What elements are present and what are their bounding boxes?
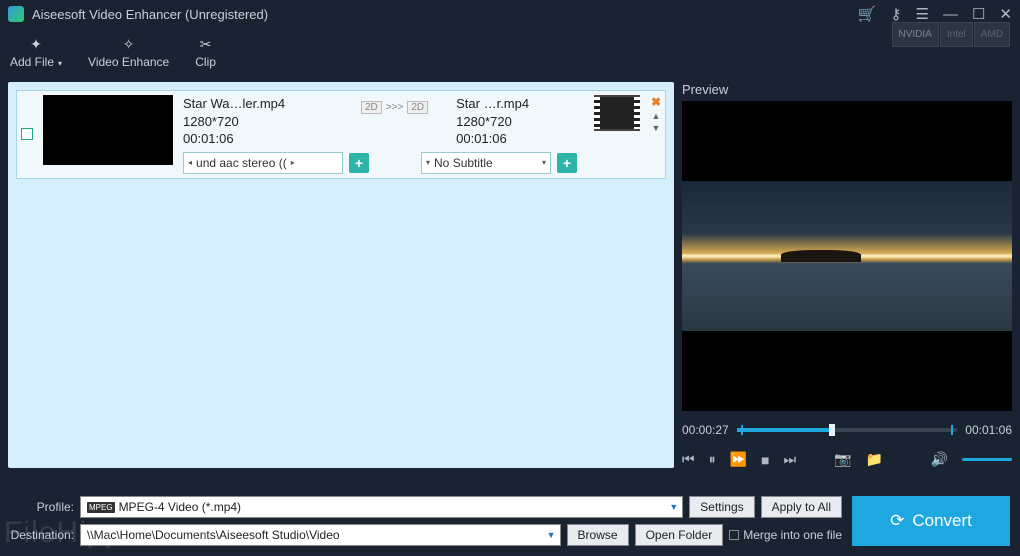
browse-button[interactable]: Browse xyxy=(567,524,629,546)
add-file-icon: ✦ xyxy=(30,36,42,53)
video-enhance-button[interactable]: ✧ Video Enhance xyxy=(88,36,169,69)
key-icon[interactable]: ⚷ xyxy=(891,5,902,23)
profile-label: Profile: xyxy=(10,500,74,514)
gpu-intel: Intel xyxy=(940,22,973,47)
preview-panel: Preview 00:00:27 00:01:06 ⏮ ⏸ ⏩ ■ ⏭ 📷 📁 … xyxy=(682,82,1012,468)
open-snapshot-folder-icon[interactable]: 📁 xyxy=(866,451,883,468)
minimize-icon[interactable]: — xyxy=(943,6,958,23)
apply-all-button[interactable]: Apply to All xyxy=(761,496,842,518)
merge-checkbox[interactable]: Merge into one file xyxy=(729,528,842,542)
prev-icon[interactable]: ⏮ xyxy=(682,451,695,468)
snapshot-icon[interactable]: 📷 xyxy=(834,451,851,468)
src-duration: 00:01:06 xyxy=(183,130,353,148)
audio-track-select[interactable]: ◂und aac stereo ((▸ xyxy=(183,152,343,174)
preview-title: Preview xyxy=(682,82,1012,97)
volume-slider[interactable] xyxy=(962,458,1012,461)
move-up-icon[interactable]: ▲ xyxy=(652,111,661,121)
subtitle-select-value: No Subtitle xyxy=(434,156,493,170)
toolbar: ✦ Add File▾ ✧ Video Enhance ✂ Clip NVIDI… xyxy=(0,28,1020,76)
destination-label: Destination: xyxy=(10,528,74,542)
maximize-icon[interactable]: ☐ xyxy=(972,5,985,23)
dst-filename: Star …r.mp4 xyxy=(456,95,576,113)
add-subtitle-button[interactable]: + xyxy=(557,153,577,173)
seek-slider[interactable] xyxy=(737,428,958,432)
dst-resolution: 1280*720 xyxy=(456,113,576,131)
cart-icon[interactable]: 🛒 xyxy=(858,5,877,23)
file-item[interactable]: Star Wa…ler.mp4 1280*720 00:01:06 2D >>>… xyxy=(16,90,666,179)
convert-icon: ⟳ xyxy=(890,511,904,531)
clip-icon: ✂ xyxy=(200,36,212,53)
titlebar: Aiseesoft Video Enhancer (Unregistered) … xyxy=(0,0,1020,28)
destination-input[interactable]: \\Mac\Home\Documents\Aiseesoft Studio\Vi… xyxy=(80,524,561,546)
item-thumbnail xyxy=(43,95,173,165)
enhance-label: Video Enhance xyxy=(88,55,169,69)
preview-video[interactable] xyxy=(682,101,1012,411)
gpu-amd: AMD xyxy=(974,22,1010,47)
stop-icon[interactable]: ■ xyxy=(761,452,769,468)
next-icon[interactable]: ⏭ xyxy=(784,451,797,468)
menu-icon[interactable]: ☰ xyxy=(916,5,929,23)
clip-button[interactable]: ✂ Clip xyxy=(195,36,216,69)
clip-label: Clip xyxy=(195,55,216,69)
conversion-arrow: 2D >>> 2D xyxy=(361,101,428,114)
time-current: 00:00:27 xyxy=(682,423,729,437)
settings-button[interactable]: Settings xyxy=(689,496,754,518)
time-total: 00:01:06 xyxy=(965,423,1012,437)
open-folder-button[interactable]: Open Folder xyxy=(635,524,724,546)
src-resolution: 1280*720 xyxy=(183,113,353,131)
audio-select-value: und aac stereo (( xyxy=(196,156,287,170)
convert-button[interactable]: ⟳ Convert xyxy=(852,496,1010,546)
move-down-icon[interactable]: ▼ xyxy=(652,123,661,133)
src-filename: Star Wa…ler.mp4 xyxy=(183,95,353,113)
subtitle-select[interactable]: ▾No Subtitle▾ xyxy=(421,152,551,174)
add-audio-button[interactable]: + xyxy=(349,153,369,173)
profile-select[interactable]: MPEG MPEG-4 Video (*.mp4) ▼ xyxy=(80,496,683,518)
dst-duration: 00:01:06 xyxy=(456,130,576,148)
add-file-label: Add File xyxy=(10,55,54,69)
remove-item-icon[interactable]: ✖ xyxy=(651,95,661,109)
window-title: Aiseesoft Video Enhancer (Unregistered) xyxy=(32,7,858,22)
volume-icon[interactable]: 🔊 xyxy=(931,451,948,468)
gpu-badges: NVIDIA Intel AMD xyxy=(892,22,1010,47)
profile-value: MPEG-4 Video (*.mp4) xyxy=(119,500,242,514)
destination-value: \\Mac\Home\Documents\Aiseesoft Studio\Vi… xyxy=(87,528,340,542)
pause-icon[interactable]: ⏸ xyxy=(709,451,716,468)
convert-label: Convert xyxy=(912,511,972,531)
add-file-button[interactable]: ✦ Add File▾ xyxy=(10,36,62,69)
format-icon xyxy=(594,95,640,131)
item-checkbox[interactable] xyxy=(21,128,33,140)
merge-label: Merge into one file xyxy=(743,528,842,542)
close-icon[interactable]: ✕ xyxy=(999,5,1012,23)
fastfwd-icon[interactable]: ⏩ xyxy=(730,451,747,468)
gpu-nvidia: NVIDIA xyxy=(892,22,939,47)
file-list: Star Wa…ler.mp4 1280*720 00:01:06 2D >>>… xyxy=(8,82,674,468)
app-logo-icon xyxy=(8,6,24,22)
enhance-icon: ✧ xyxy=(123,36,135,53)
